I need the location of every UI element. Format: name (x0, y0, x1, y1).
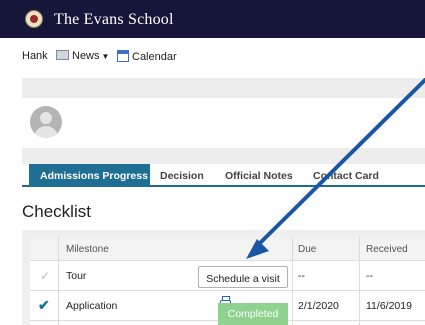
annotation-arrow (246, 78, 425, 259)
